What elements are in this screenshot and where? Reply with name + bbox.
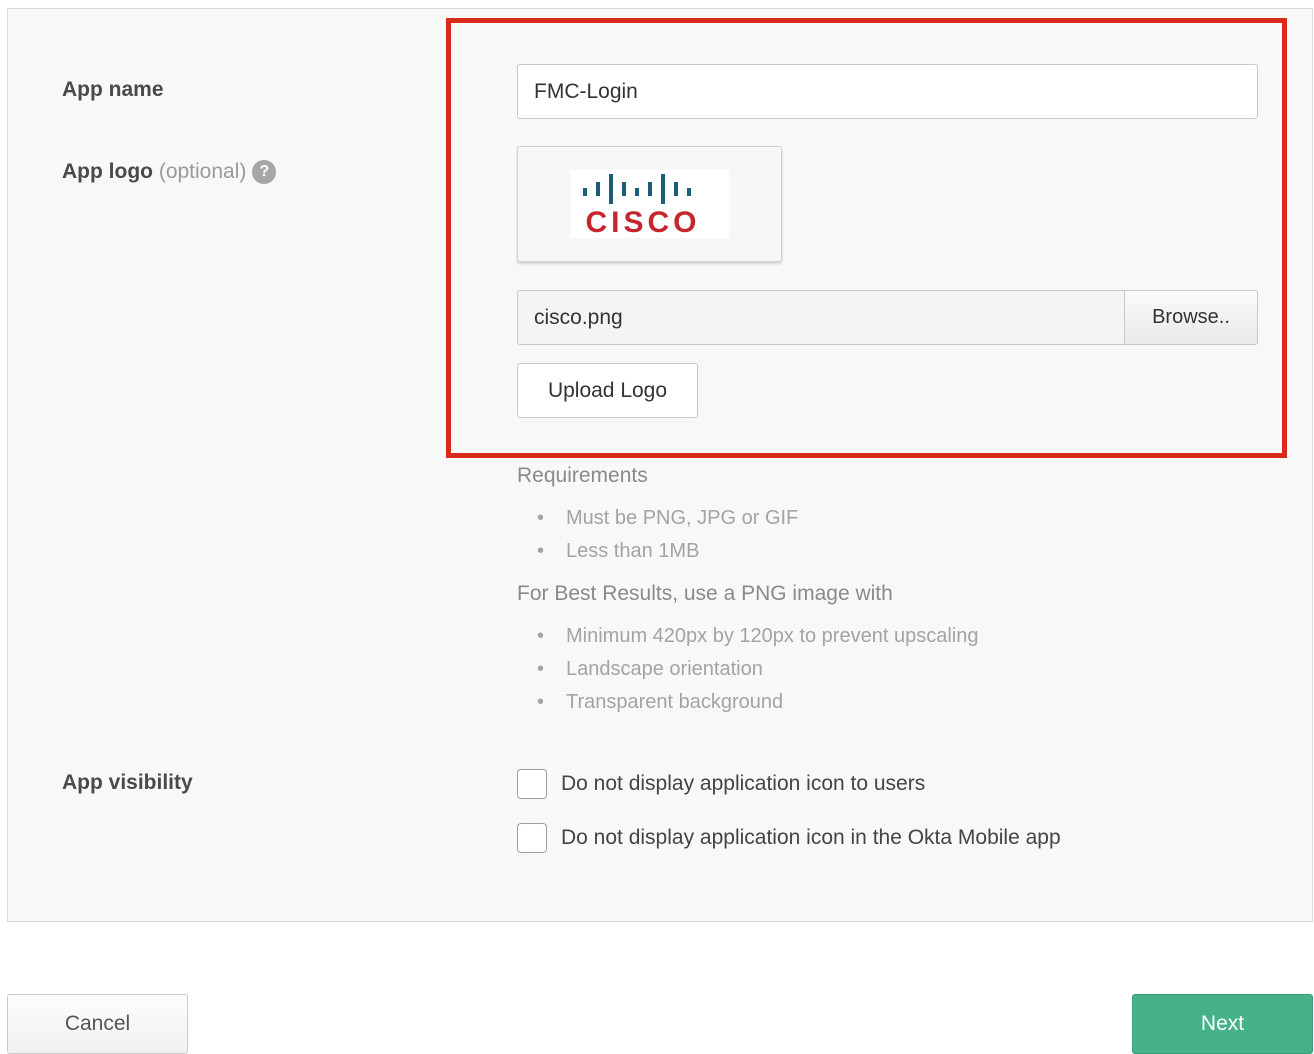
list-item: • Landscape orientation — [537, 658, 763, 680]
cisco-logo: CISCO — [571, 170, 729, 239]
cisco-logo-text: CISCO — [585, 206, 700, 238]
app-logo-label: App logo (optional)? — [62, 160, 277, 184]
list-item: • Transparent background — [537, 691, 784, 713]
checkbox-label[interactable]: Do not display application icon in the O… — [561, 826, 1061, 850]
best-results-list: • Minimum 420px by 120px to prevent upsca… — [537, 620, 978, 719]
requirements-list: • Must be PNG, JPG or GIF • Less than 1MB — [537, 502, 798, 568]
question-circle-icon[interactable]: ? — [252, 160, 277, 184]
upload-logo-button[interactable]: Upload Logo — [517, 363, 698, 418]
list-item: • Minimum 420px by 120px to prevent upsca… — [537, 625, 979, 647]
list-item-text: Minimum 420px by 120px to prevent upscal… — [566, 625, 979, 647]
optional-text: (optional) — [158, 160, 247, 183]
app-name-label: App name — [62, 78, 164, 101]
cisco-logo-graphic: CISCO — [583, 174, 700, 239]
list-item: • Must be PNG, JPG or GIF — [537, 507, 799, 529]
list-item-text: Transparent background — [566, 691, 784, 713]
hide-icon-mobile-option[interactable]: Do not display application icon in the O… — [517, 823, 1061, 853]
requirements-heading: Requirements — [517, 464, 648, 487]
hide-icon-users-option[interactable]: Do not display application icon to users — [517, 769, 925, 799]
checkbox-label[interactable]: Do not display application icon to users — [561, 772, 925, 796]
cancel-button[interactable]: Cancel — [7, 994, 188, 1054]
logo-preview: CISCO — [517, 146, 782, 262]
next-button[interactable]: Next — [1132, 994, 1313, 1054]
app-logo-label-text: App logo — [62, 160, 153, 183]
logo-file-field[interactable]: cisco.png — [517, 290, 1125, 345]
list-item-text: Less than 1MB — [566, 540, 700, 562]
hide-icon-users-checkbox[interactable] — [517, 769, 547, 799]
best-results-heading: For Best Results, use a PNG image with — [517, 582, 893, 605]
hide-icon-mobile-checkbox[interactable] — [517, 823, 547, 853]
list-item-text: Must be PNG, JPG or GIF — [566, 507, 799, 529]
browse-button[interactable]: Browse.. — [1124, 290, 1258, 345]
list-item: • Less than 1MB — [537, 540, 700, 562]
app-visibility-label: App visibility — [62, 771, 193, 794]
list-item-text: Landscape orientation — [566, 658, 763, 680]
